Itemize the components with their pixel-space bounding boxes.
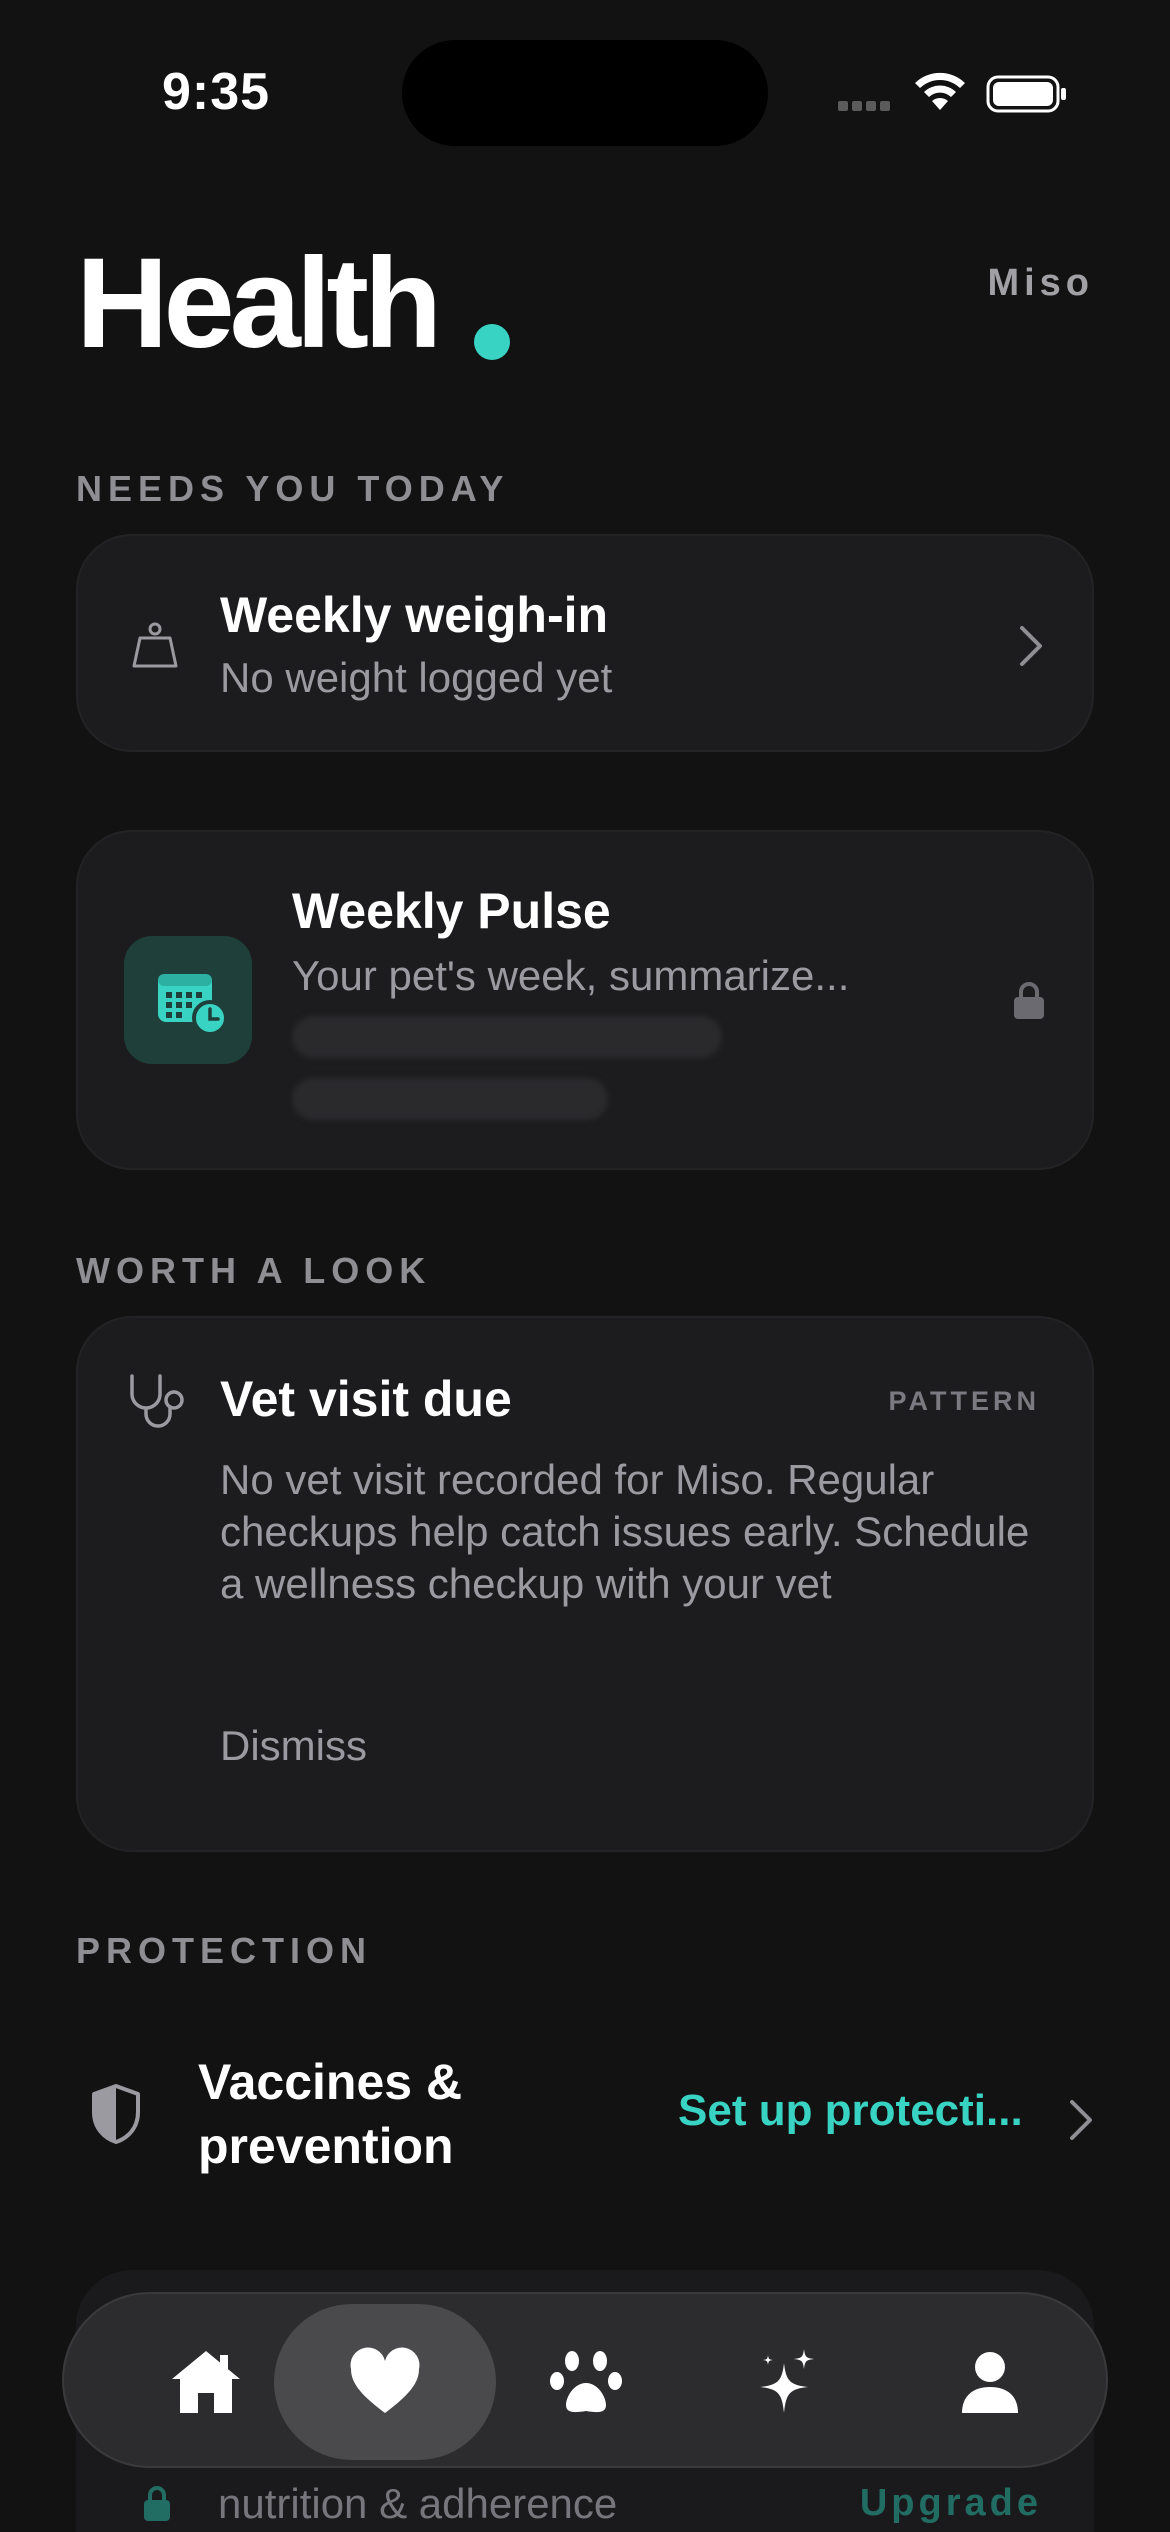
pet-selector[interactable]: Miso: [987, 262, 1094, 305]
weekly-pulse-card[interactable]: Weekly Pulse Your pet's week, summarize.…: [76, 830, 1094, 1170]
tab-pets[interactable]: [486, 2304, 686, 2460]
page-title: Health: [76, 232, 442, 375]
lock-icon: [1014, 982, 1044, 1019]
upgrade-button[interactable]: Upgrade: [860, 2482, 1042, 2525]
wifi-icon: [915, 72, 965, 110]
weekly-pulse-title: Weekly Pulse: [292, 883, 611, 939]
cellular-signal-icon: [838, 98, 898, 112]
home-icon: [172, 2351, 240, 2413]
weigh-in-subtitle: No weight logged yet: [220, 654, 613, 701]
shield-icon: [92, 2084, 140, 2144]
tab-health[interactable]: [274, 2304, 496, 2460]
vet-visit-card: Vet visit due PATTERN No vet visit recor…: [76, 1316, 1094, 1852]
section-label-worth-a-look: WORTH A LOOK: [76, 1250, 432, 1291]
calendar-clock-icon: [124, 936, 252, 1064]
blurred-preview-line: [292, 1078, 608, 1120]
weigh-in-card[interactable]: Weekly weigh-in No weight logged yet: [76, 534, 1094, 752]
vaccines-prevention-title: Vaccines & prevention: [198, 2054, 463, 2174]
battery-icon: [986, 75, 1066, 113]
person-icon: [962, 2352, 1018, 2413]
title-accent-dot: [474, 324, 510, 360]
heart-icon: [350, 2347, 420, 2413]
setup-protection-link[interactable]: Set up protecti...: [678, 2086, 1023, 2136]
weekly-pulse-subtitle: Your pet's week, summarize...: [292, 952, 850, 999]
section-label-protection: PROTECTION: [76, 1930, 373, 1971]
stethoscope-icon: [130, 1374, 184, 1428]
dismiss-button[interactable]: Dismiss: [220, 1722, 367, 1770]
tab-bar: [62, 2292, 1108, 2468]
pattern-badge: PATTERN: [888, 1386, 1040, 1416]
locked-feature-text: nutrition & adherence: [218, 2480, 618, 2527]
chevron-right-icon: [1020, 626, 1042, 666]
chevron-right-icon: [1070, 2100, 1092, 2140]
blurred-preview-line: [292, 1016, 722, 1058]
tab-profile[interactable]: [890, 2304, 1090, 2460]
tab-ai[interactable]: [688, 2304, 888, 2460]
section-label-needs-today: NEEDS YOU TODAY: [76, 468, 510, 509]
sparkle-icon: [760, 2349, 814, 2413]
status-bar: 9:35: [0, 0, 1170, 180]
status-time: 9:35: [162, 63, 271, 121]
dynamic-island: [402, 40, 768, 146]
lock-icon: [144, 2486, 170, 2521]
vet-visit-body: No vet visit recorded for Miso. Regular …: [220, 1456, 1030, 1607]
weigh-in-title: Weekly weigh-in: [220, 587, 609, 643]
scale-icon: [132, 622, 178, 668]
vet-visit-title: Vet visit due: [220, 1371, 512, 1427]
paw-icon: [550, 2351, 622, 2413]
vaccines-prevention-row[interactable]: Vaccines & prevention Set up protecti...: [76, 2028, 1094, 2208]
